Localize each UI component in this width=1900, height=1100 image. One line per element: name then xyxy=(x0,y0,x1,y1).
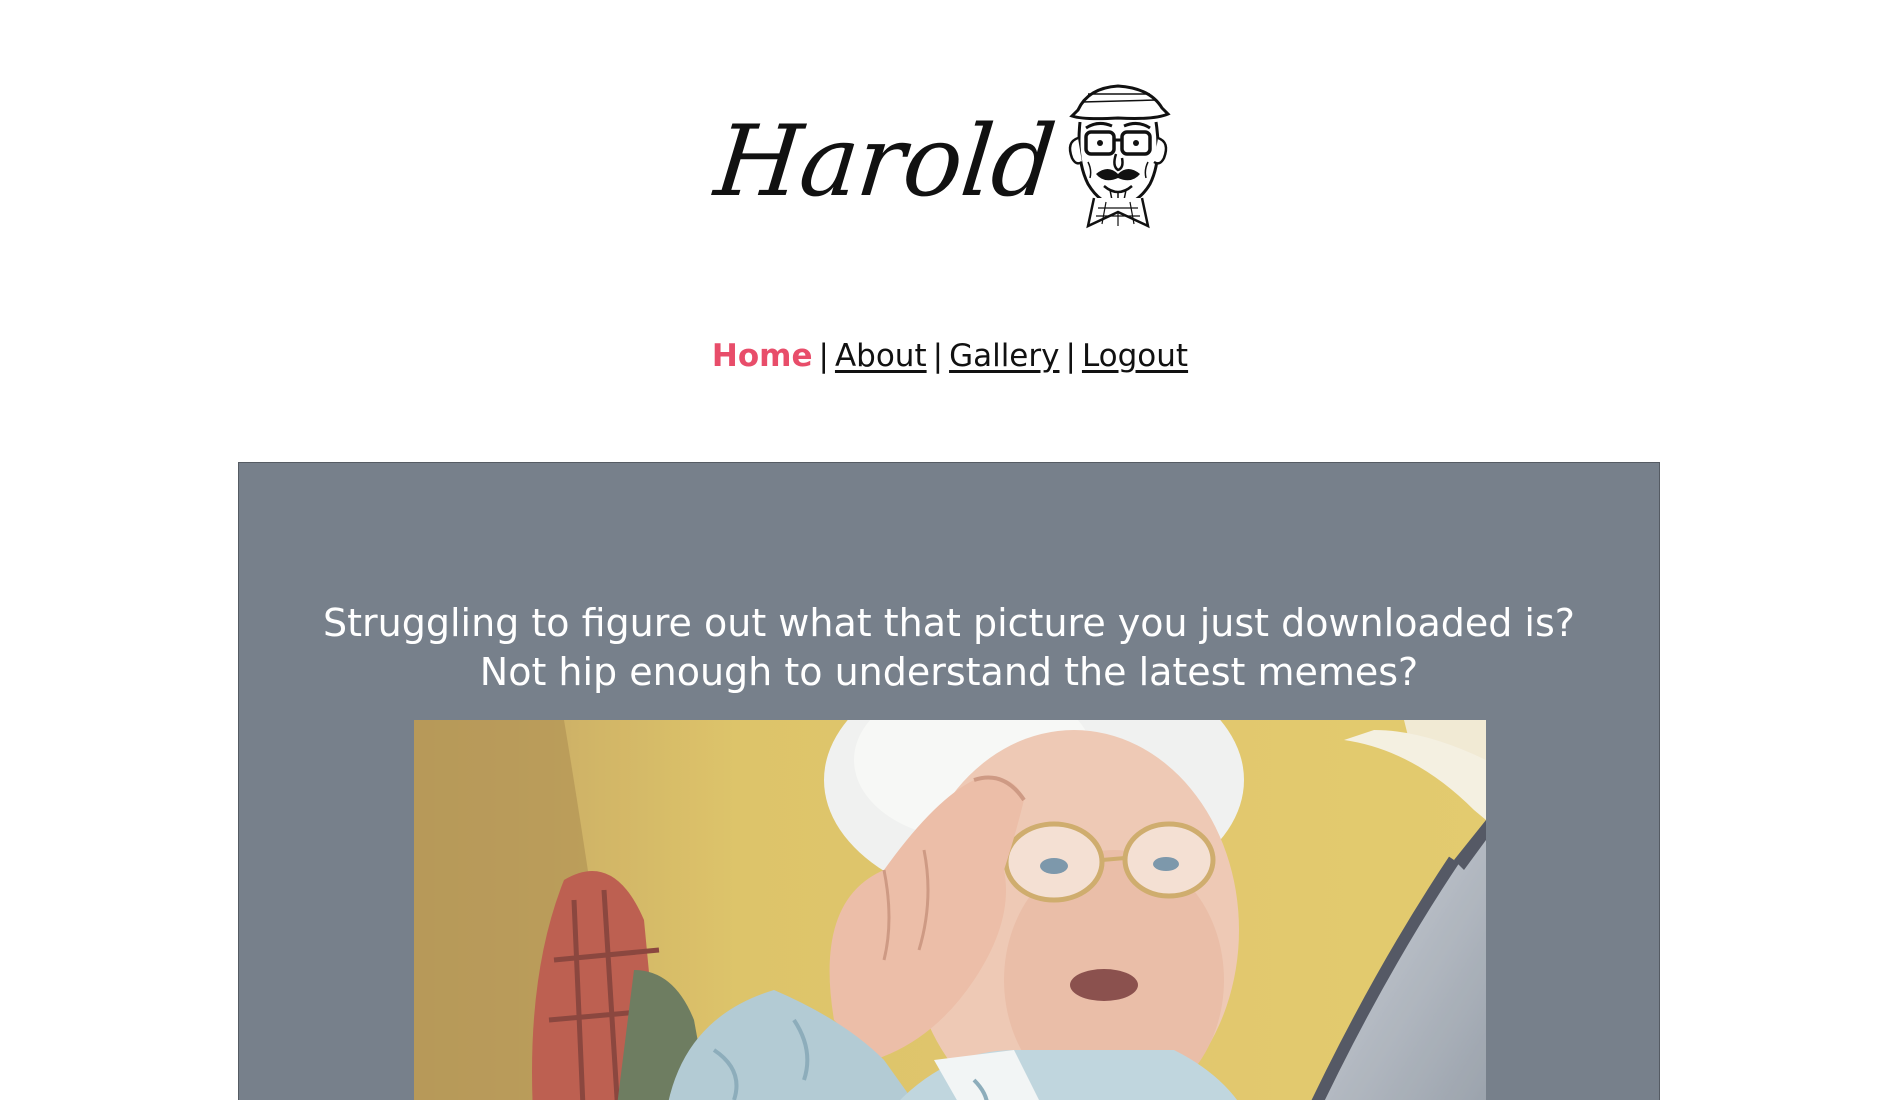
nav-logout-link[interactable]: Logout xyxy=(1082,338,1188,374)
site-logo[interactable]: Harold xyxy=(0,70,1900,240)
grandma-photo-illustration xyxy=(414,720,1486,1100)
hero-panel: Struggling to figure out what that pictu… xyxy=(238,462,1660,1100)
nav-separator: | xyxy=(932,338,944,374)
main-nav: Home | About | Gallery | Logout xyxy=(0,338,1900,374)
nav-gallery-link[interactable]: Gallery xyxy=(949,338,1059,374)
hero-photo xyxy=(414,720,1486,1100)
old-man-cartoon-icon xyxy=(1068,84,1171,229)
nav-separator: | xyxy=(818,338,829,374)
logo-wordmark: Harold xyxy=(710,105,1060,219)
nav-about-link[interactable]: About xyxy=(835,338,927,374)
nav-home-link[interactable]: Home xyxy=(712,338,813,374)
logo-group[interactable]: Harold xyxy=(710,80,1178,230)
page: Harold Home | About | Gallery | Logout S… xyxy=(0,0,1900,1100)
nav-separator: | xyxy=(1065,338,1076,374)
hero-tagline: Struggling to figure out what that pictu… xyxy=(323,601,1575,694)
